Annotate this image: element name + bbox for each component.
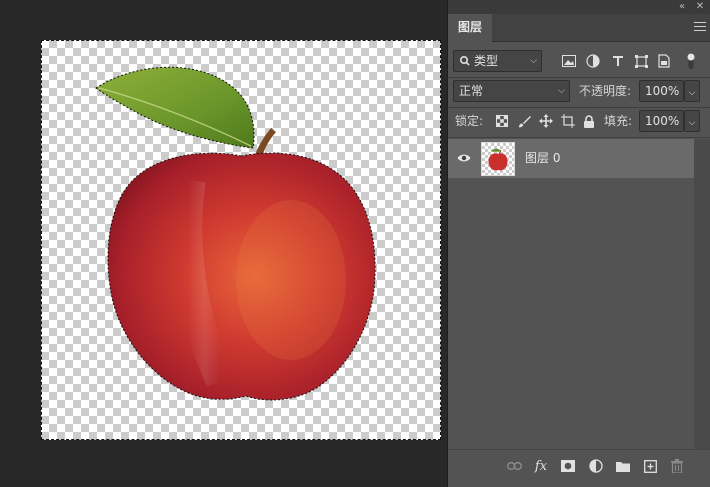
chevron-down-icon: ⌵ xyxy=(688,88,696,98)
new-layer-icon[interactable] xyxy=(642,458,658,474)
eye-icon[interactable] xyxy=(456,150,472,166)
collapse-icon[interactable]: « xyxy=(676,1,688,13)
layer-name[interactable]: 图层 0 xyxy=(525,139,560,178)
lock-label: 锁定: xyxy=(455,114,484,128)
chevron-down-icon: ⌵ xyxy=(530,56,537,66)
tab-layers[interactable]: 图层 xyxy=(448,14,492,42)
lock-position-icon[interactable] xyxy=(538,113,554,129)
opacity-dropdown-button[interactable]: ⌵ xyxy=(684,80,700,102)
canvas-workspace xyxy=(0,0,447,487)
fill-input[interactable]: 100% xyxy=(639,110,684,132)
lock-transparent-icon[interactable] xyxy=(494,113,510,129)
fill-dropdown-button[interactable]: ⌵ xyxy=(684,110,700,132)
opacity-label: 不透明度: xyxy=(579,84,632,98)
lock-artboard-icon[interactable] xyxy=(560,113,576,129)
adjustment-layer-icon[interactable] xyxy=(588,458,604,474)
panel-tabs: 图层 xyxy=(448,14,710,42)
filter-toggle-icon[interactable] xyxy=(686,52,696,70)
layer-thumbnail[interactable] xyxy=(481,142,515,176)
group-icon[interactable] xyxy=(615,458,631,474)
chevron-down-icon: ⌵ xyxy=(558,86,565,96)
fill-label: 填充: xyxy=(604,114,633,128)
lock-row: 锁定: 填充: 100% ⌵ xyxy=(448,109,710,135)
fx-icon[interactable]: fx xyxy=(533,458,549,474)
lock-image-icon[interactable] xyxy=(516,113,532,129)
trash-icon[interactable] xyxy=(669,458,685,474)
filter-row: 类型 ⌵ xyxy=(448,48,710,74)
panel-titlebar: « ✕ xyxy=(448,0,710,14)
link-icon[interactable] xyxy=(506,458,522,474)
shape-icon[interactable] xyxy=(633,53,649,69)
adjustment-icon[interactable] xyxy=(585,53,601,69)
layers-scrollbar[interactable] xyxy=(694,139,710,449)
apple-image xyxy=(95,66,376,401)
blend-mode-label: 正常 xyxy=(459,84,484,98)
chevron-down-icon: ⌵ xyxy=(688,118,696,128)
search-icon xyxy=(459,51,470,77)
close-icon[interactable]: ✕ xyxy=(694,1,706,13)
divider xyxy=(448,107,710,108)
apple-thumbnail-icon xyxy=(488,148,508,171)
layers-panel: « ✕ 图层 类型 ⌵ 正常 ⌵ 不透明度: 100% ⌵ 锁定: 填充: 10… xyxy=(447,0,710,487)
layer-row[interactable]: 图层 0 xyxy=(448,139,694,178)
layers-bottom-toolbar: fx xyxy=(448,449,710,487)
image-icon[interactable] xyxy=(561,53,577,69)
mask-icon[interactable] xyxy=(560,458,576,474)
opacity-input[interactable]: 100% xyxy=(639,80,684,102)
blend-mode-select[interactable]: 正常 ⌵ xyxy=(453,80,570,102)
divider xyxy=(448,77,710,78)
blend-row: 正常 ⌵ 不透明度: 100% ⌵ xyxy=(448,79,710,105)
lock-all-icon[interactable] xyxy=(581,113,597,129)
filter-kind-label: 类型 xyxy=(474,54,499,68)
smartobject-icon[interactable] xyxy=(656,53,672,69)
document-canvas[interactable] xyxy=(41,40,441,440)
panel-menu-icon[interactable] xyxy=(694,22,706,34)
filter-kind-select[interactable]: 类型 ⌵ xyxy=(453,50,542,72)
type-icon[interactable] xyxy=(610,53,626,69)
divider xyxy=(448,137,710,138)
